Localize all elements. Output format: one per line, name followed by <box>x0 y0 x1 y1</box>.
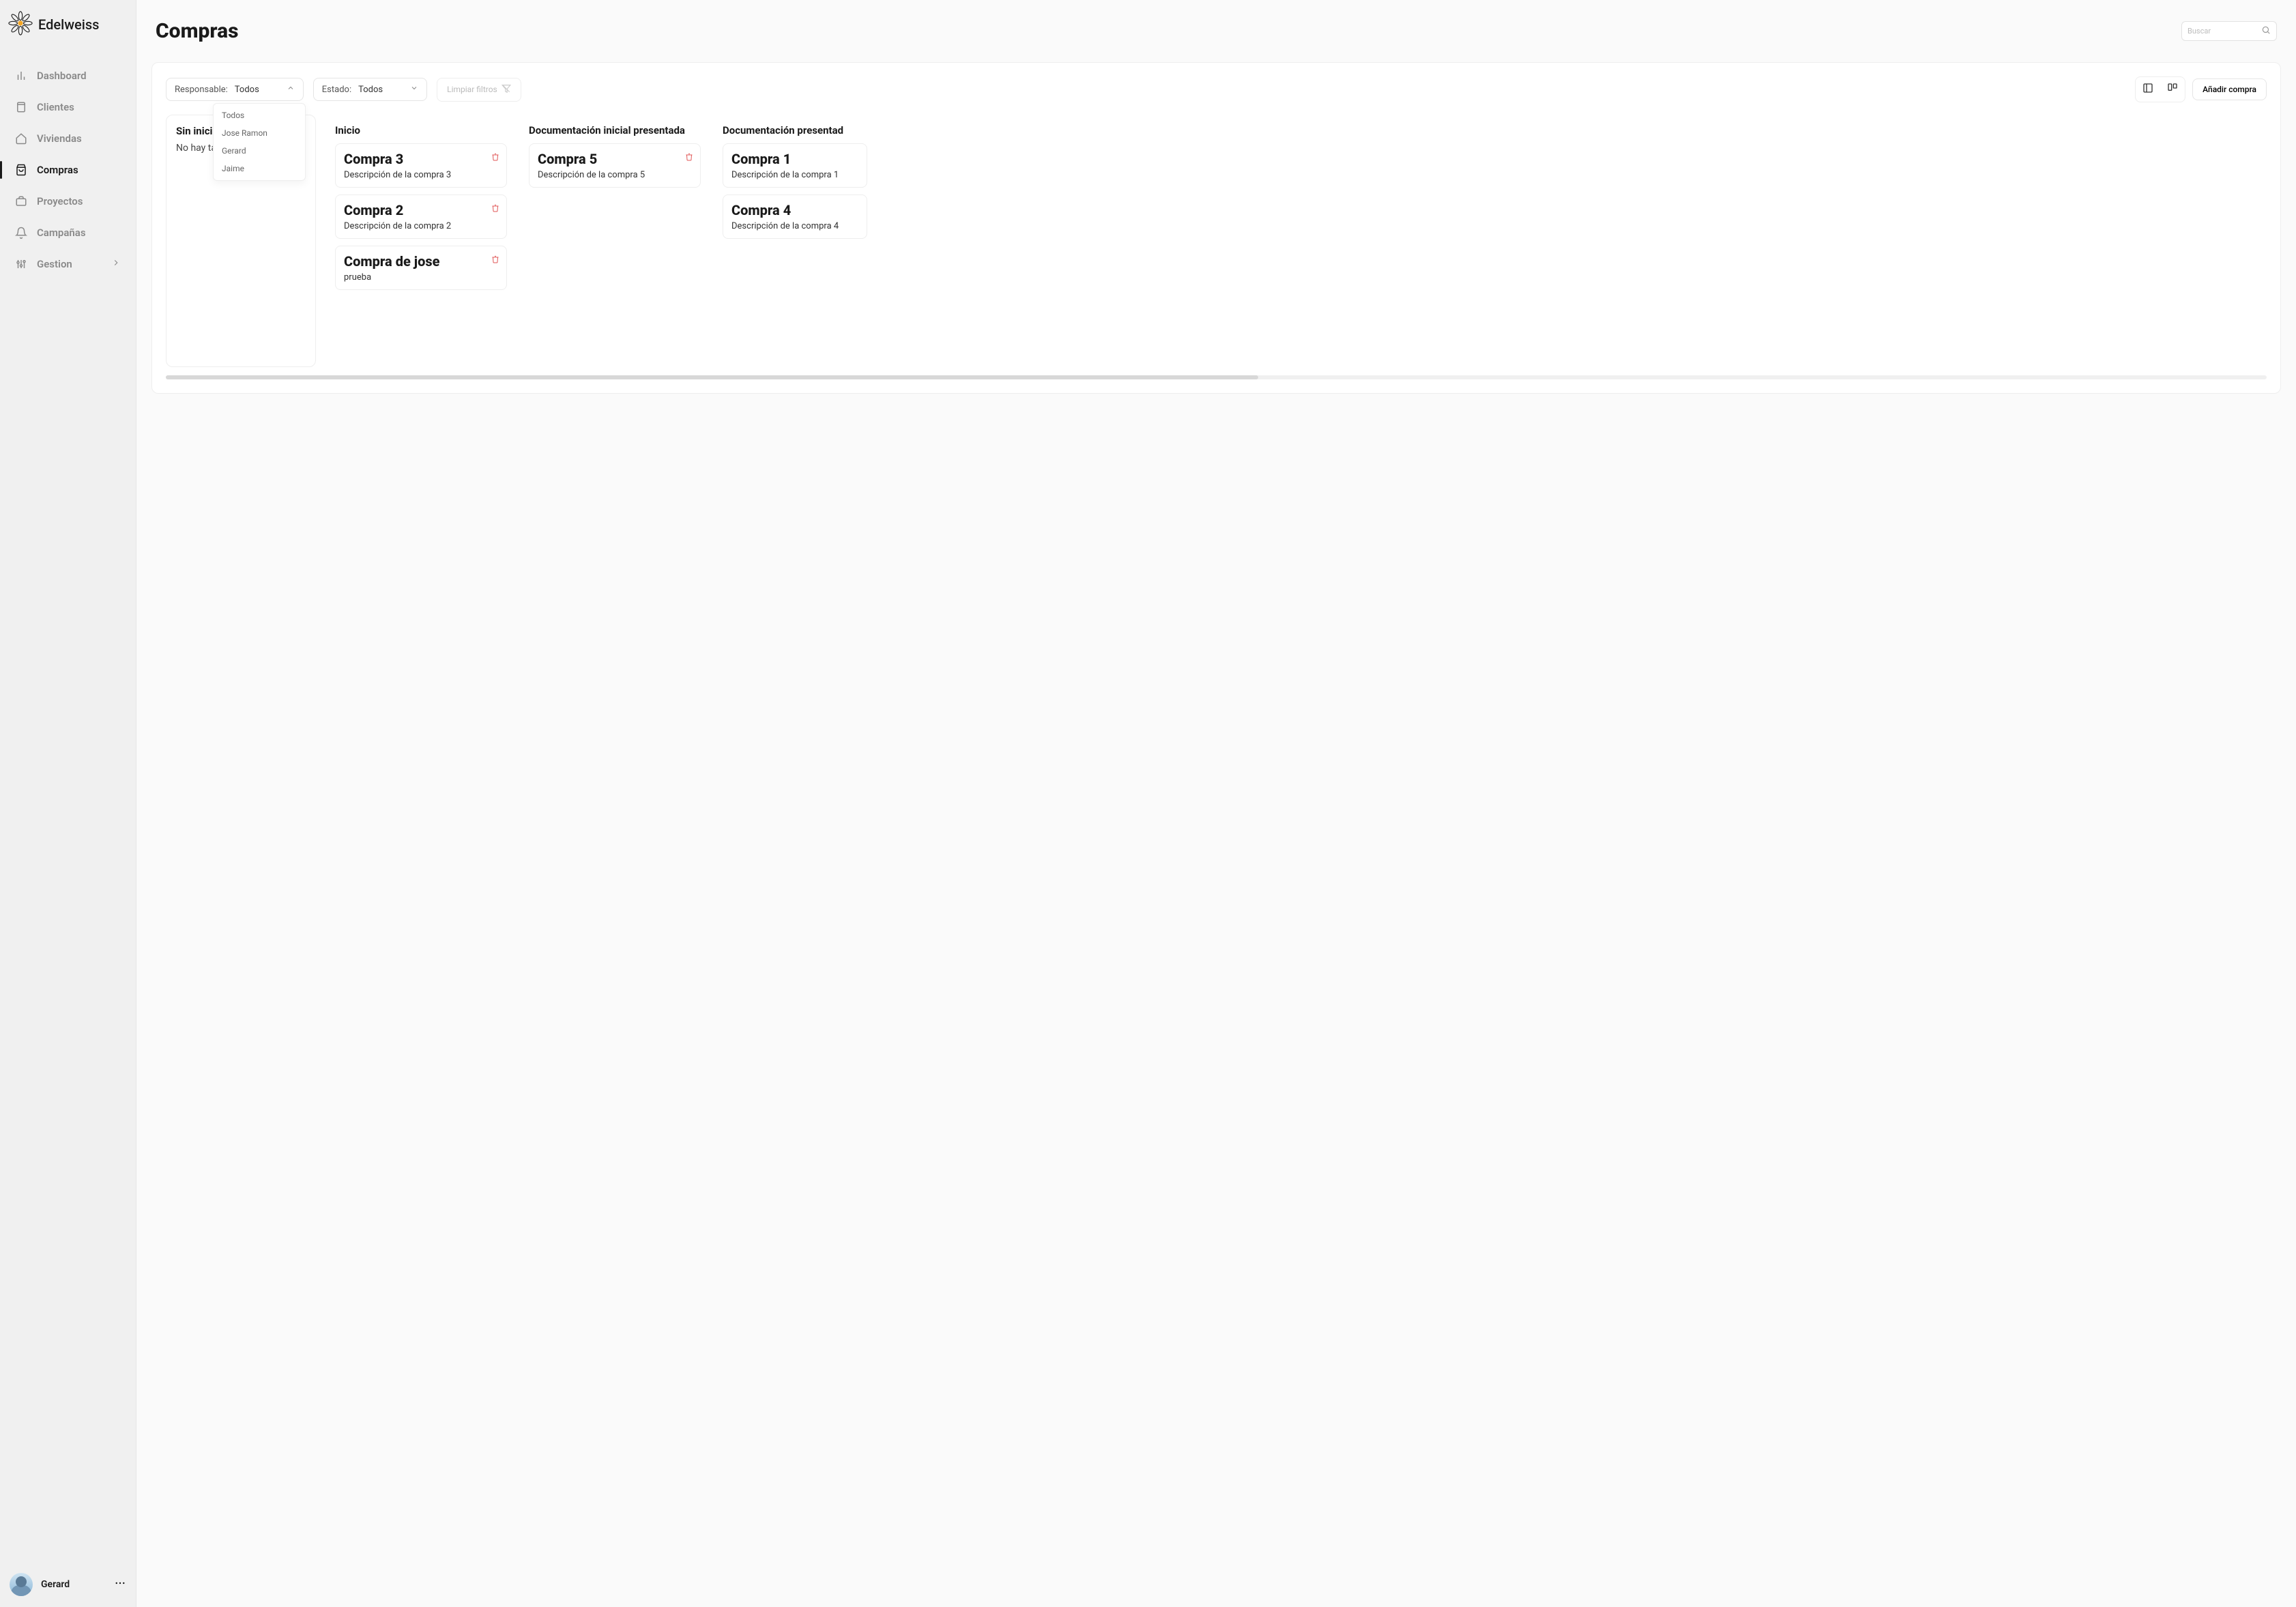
dropdown-option-jose-ramon[interactable]: Jose Ramon <box>214 124 305 142</box>
dropdown-option-todos[interactable]: Todos <box>214 106 305 124</box>
sidebar-item-label: Compras <box>37 164 78 176</box>
scrollbar-thumb[interactable] <box>166 375 1258 379</box>
card-title: Compra de jose <box>344 253 498 270</box>
dropdown-option-jaime[interactable]: Jaime <box>214 160 305 177</box>
sidebar-item-gestion[interactable]: Gestion <box>0 248 136 280</box>
edelweiss-logo-icon <box>8 11 33 38</box>
sidebar: Edelweiss Dashboard Clientes Viviendas C… <box>0 0 136 1607</box>
filter-label: Responsable: <box>175 85 228 95</box>
trash-icon[interactable] <box>685 151 693 164</box>
card-compra-de-jose[interactable]: Compra de jose prueba <box>335 246 507 290</box>
card-desc: Descripción de la compra 1 <box>731 170 858 180</box>
search-box[interactable] <box>2181 21 2277 41</box>
chevron-down-icon <box>410 84 418 95</box>
avatar[interactable] <box>10 1573 33 1596</box>
search-input[interactable] <box>2188 27 2261 35</box>
card-desc: Descripción de la compra 2 <box>344 221 498 231</box>
sidebar-nav: Dashboard Clientes Viviendas Compras Pro… <box>0 60 136 280</box>
card-title: Compra 2 <box>344 202 498 218</box>
column-title: Documentación presentad <box>723 124 867 136</box>
clear-filters-button[interactable]: Limpiar filtros <box>437 78 521 102</box>
column-doc-inicial: Documentación inicial presentada Compra … <box>526 115 703 367</box>
layout-panel-icon <box>2142 83 2153 96</box>
card-title: Compra 3 <box>344 151 498 167</box>
card-compra-2[interactable]: Compra 2 Descripción de la compra 2 <box>335 194 507 239</box>
page-title: Compras <box>156 19 238 43</box>
kanban-board: Sin inicia No hay tar Inicio Compra 3 De… <box>166 115 2267 367</box>
sidebar-item-clientes[interactable]: Clientes <box>0 91 136 123</box>
sidebar-item-compras[interactable]: Compras <box>0 154 136 186</box>
filter-off-icon <box>502 84 511 96</box>
clear-filters-label: Limpiar filtros <box>447 85 497 94</box>
card-compra-1[interactable]: Compra 1 Descripción de la compra 1 <box>723 143 867 188</box>
main-header: Compras <box>136 0 2296 51</box>
filter-estado: Estado: Todos <box>313 78 427 101</box>
sidebar-item-viviendas[interactable]: Viviendas <box>0 123 136 154</box>
view-kanban-button[interactable] <box>2160 77 2185 102</box>
sidebar-item-label: Campañas <box>37 227 86 239</box>
trash-icon[interactable] <box>491 202 499 215</box>
sidebar-item-proyectos[interactable]: Proyectos <box>0 186 136 217</box>
column-title: Inicio <box>335 124 507 136</box>
column-doc-presentada: Documentación presentad Compra 1 Descrip… <box>720 115 870 367</box>
view-list-button[interactable] <box>2136 77 2160 102</box>
toolbar: Responsable: Todos Todos Jose Ramon Gera… <box>166 76 2267 102</box>
brand-logo-area: Edelweiss <box>0 0 136 49</box>
trash-icon[interactable] <box>491 151 499 164</box>
main-content: Compras Responsable: Todos Todos Jose Ra <box>136 0 2296 1607</box>
sidebar-item-label: Proyectos <box>37 195 83 207</box>
responsable-dropdown: Todos Jose Ramon Gerard Jaime <box>213 103 306 181</box>
filter-responsable: Responsable: Todos Todos Jose Ramon Gera… <box>166 78 304 101</box>
sidebar-user-area: Gerard <box>0 1562 136 1607</box>
sidebar-item-label: Clientes <box>37 101 74 113</box>
card-compra-3[interactable]: Compra 3 Descripción de la compra 3 <box>335 143 507 188</box>
card-desc: prueba <box>344 272 498 283</box>
sidebar-item-label: Gestion <box>37 258 72 270</box>
sidebar-item-label: Viviendas <box>37 132 82 145</box>
shopping-bag-icon <box>15 164 27 176</box>
bell-icon <box>15 227 27 239</box>
compras-panel: Responsable: Todos Todos Jose Ramon Gera… <box>151 62 2281 394</box>
brand-name: Edelweiss <box>38 16 99 33</box>
sidebar-item-campanas[interactable]: Campañas <box>0 217 136 248</box>
card-desc: Descripción de la compra 4 <box>731 221 858 231</box>
layout-kanban-icon <box>2167 83 2178 96</box>
estado-select[interactable]: Todos <box>358 84 418 95</box>
book-icon <box>15 101 27 113</box>
chevron-up-icon <box>287 84 295 95</box>
sliders-icon <box>15 258 27 270</box>
chevron-right-icon <box>111 258 121 270</box>
dropdown-option-gerard[interactable]: Gerard <box>214 142 305 160</box>
view-toggle <box>2135 76 2185 102</box>
search-icon <box>2261 25 2271 38</box>
column-inicio: Inicio Compra 3 Descripción de la compra… <box>332 115 510 367</box>
card-title: Compra 4 <box>731 202 858 218</box>
select-value: Todos <box>358 85 383 95</box>
select-value: Todos <box>235 85 259 95</box>
card-title: Compra 5 <box>538 151 692 167</box>
sidebar-item-dashboard[interactable]: Dashboard <box>0 60 136 91</box>
board-scrollbar[interactable] <box>166 375 2267 379</box>
home-icon <box>15 132 27 145</box>
filter-label: Estado: <box>322 85 351 95</box>
column-title: Documentación inicial presentada <box>529 124 701 136</box>
responsable-select[interactable]: Todos <box>235 84 295 95</box>
briefcase-icon <box>15 195 27 207</box>
add-compra-button[interactable]: Añadir compra <box>2192 78 2267 100</box>
user-name: Gerard <box>41 1579 70 1590</box>
more-horizontal-icon[interactable] <box>114 1577 126 1592</box>
card-desc: Descripción de la compra 3 <box>344 170 498 180</box>
toolbar-right: Añadir compra <box>2135 76 2267 102</box>
bar-chart-icon <box>15 70 27 82</box>
card-desc: Descripción de la compra 5 <box>538 170 692 180</box>
sidebar-item-label: Dashboard <box>37 70 87 82</box>
trash-icon[interactable] <box>491 253 499 266</box>
card-title: Compra 1 <box>731 151 858 167</box>
card-compra-4[interactable]: Compra 4 Descripción de la compra 4 <box>723 194 867 239</box>
card-compra-5[interactable]: Compra 5 Descripción de la compra 5 <box>529 143 701 188</box>
